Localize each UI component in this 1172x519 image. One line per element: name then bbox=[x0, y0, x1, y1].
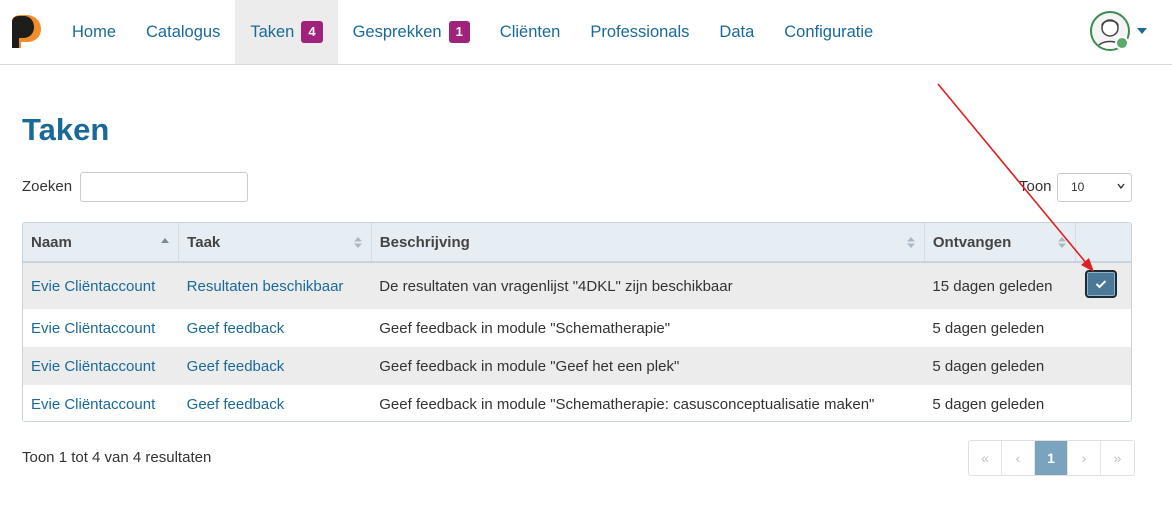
sort-icon bbox=[906, 237, 915, 248]
chevron-down-icon bbox=[1117, 183, 1125, 190]
page-length-select[interactable]: 10 bbox=[1057, 173, 1132, 202]
column-header-ontvangen[interactable]: Ontvangen bbox=[924, 223, 1076, 263]
chevron-down-icon[interactable] bbox=[1137, 28, 1147, 34]
nav-gesprekken-label: Gesprekken bbox=[352, 22, 442, 41]
column-header-taak-label: Taak bbox=[187, 233, 221, 251]
current-page-button[interactable]: 1 bbox=[1035, 441, 1068, 475]
cell-naam[interactable]: Evie Cliëntaccount bbox=[23, 262, 179, 309]
column-header-naam-label: Naam bbox=[31, 233, 72, 251]
first-page-button[interactable]: « bbox=[969, 441, 1002, 475]
page-length-value: 10 bbox=[1071, 180, 1085, 194]
table-row[interactable]: Evie Cliëntaccount Resultaten beschikbaa… bbox=[23, 262, 1131, 309]
cell-naam[interactable]: Evie Cliëntaccount bbox=[23, 309, 179, 347]
nav-gesprekken[interactable]: Gesprekken 1 bbox=[338, 0, 485, 64]
cell-actions bbox=[1075, 347, 1131, 385]
table-row[interactable]: Evie Cliëntaccount Geef feedback Geef fe… bbox=[23, 309, 1131, 347]
nav-home-label: Home bbox=[72, 22, 117, 41]
check-icon bbox=[1095, 280, 1107, 289]
table-row[interactable]: Evie Cliëntaccount Geef feedback Geef fe… bbox=[23, 347, 1131, 385]
nav-clienten-label: Cliënten bbox=[499, 22, 561, 41]
nav-professionals[interactable]: Professionals bbox=[575, 0, 704, 64]
cell-taak[interactable]: Geef feedback bbox=[179, 385, 372, 421]
top-navbar: Home Catalogus Taken 4 Gesprekken 1 Cliënt… bbox=[0, 0, 1172, 65]
nav-data-label: Data bbox=[719, 22, 755, 41]
tasks-table: Naam Taak Beschrijving Ontvangen Evie Cl… bbox=[22, 222, 1132, 422]
next-page-button[interactable]: › bbox=[1068, 441, 1101, 475]
last-page-button[interactable]: » bbox=[1101, 441, 1134, 475]
nav-taken[interactable]: Taken 4 bbox=[235, 0, 338, 64]
cell-actions bbox=[1075, 309, 1131, 347]
cell-beschrijving: Geef feedback in module "Geef het een pl… bbox=[379, 357, 680, 375]
cell-beschrijving: Geef feedback in module "Schematherapie:… bbox=[379, 395, 875, 413]
search-label: Zoeken bbox=[22, 178, 73, 195]
nav-taken-label: Taken bbox=[250, 22, 295, 41]
column-header-beschrijving[interactable]: Beschrijving bbox=[371, 223, 925, 263]
column-header-taak[interactable]: Taak bbox=[178, 223, 372, 263]
cell-ontvangen: 5 dagen geleden bbox=[932, 319, 1045, 337]
cell-taak[interactable]: Resultaten beschikbaar bbox=[179, 262, 372, 309]
column-header-ontvangen-label: Ontvangen bbox=[932, 233, 1012, 251]
page-length-label: Toon bbox=[1019, 178, 1052, 195]
column-header-naam[interactable]: Naam bbox=[23, 223, 180, 263]
cell-ontvangen: 5 dagen geleden bbox=[932, 357, 1045, 375]
cell-actions bbox=[1075, 385, 1131, 421]
nav-configuratie[interactable]: Configuratie bbox=[769, 0, 888, 64]
nav-catalogus-label: Catalogus bbox=[146, 22, 221, 41]
brand-logo-icon[interactable] bbox=[8, 14, 42, 50]
cell-naam[interactable]: Evie Cliëntaccount bbox=[23, 347, 179, 385]
sort-asc-icon bbox=[161, 238, 170, 243]
complete-task-button[interactable] bbox=[1085, 270, 1118, 298]
cell-beschrijving: De resultaten van vragenlijst "4DKL" zij… bbox=[379, 277, 733, 295]
page-title: Taken bbox=[22, 112, 110, 147]
previous-page-button[interactable]: ‹ bbox=[1002, 441, 1035, 475]
nav-clienten[interactable]: Cliënten bbox=[485, 0, 576, 64]
cell-actions bbox=[1075, 262, 1131, 309]
column-header-beschrijving-label: Beschrijving bbox=[379, 233, 470, 251]
table-row[interactable]: Evie Cliëntaccount Geef feedback Geef fe… bbox=[23, 385, 1131, 421]
pagination: « ‹ 1 › » bbox=[968, 440, 1135, 476]
cell-ontvangen: 5 dagen geleden bbox=[932, 395, 1045, 413]
online-status-icon bbox=[1115, 36, 1129, 50]
cell-naam[interactable]: Evie Cliëntaccount bbox=[23, 385, 179, 421]
cell-ontvangen: 15 dagen geleden bbox=[932, 277, 1053, 295]
search-input[interactable] bbox=[80, 172, 248, 202]
nav-configuratie-label: Configuratie bbox=[784, 22, 874, 41]
cell-taak[interactable]: Geef feedback bbox=[179, 309, 372, 347]
cell-beschrijving: Geef feedback in module "Schematherapie" bbox=[379, 319, 671, 337]
sort-icon bbox=[353, 237, 362, 248]
taken-count-badge: 4 bbox=[301, 21, 323, 43]
sort-icon bbox=[1057, 237, 1066, 248]
nav-catalogus[interactable]: Catalogus bbox=[131, 0, 235, 64]
nav-home[interactable]: Home bbox=[57, 0, 131, 64]
gesprekken-count-badge: 1 bbox=[448, 21, 470, 43]
cell-taak[interactable]: Geef feedback bbox=[179, 347, 372, 385]
nav-professionals-label: Professionals bbox=[590, 22, 690, 41]
nav-data[interactable]: Data bbox=[704, 0, 769, 64]
table-info-text: Toon 1 tot 4 van 4 resultaten bbox=[22, 449, 212, 466]
table-header-row: Naam Taak Beschrijving Ontvangen bbox=[23, 223, 1131, 263]
column-header-actions bbox=[1075, 223, 1131, 263]
main-nav: Home Catalogus Taken 4 Gesprekken 1 Cliënt… bbox=[57, 0, 888, 64]
